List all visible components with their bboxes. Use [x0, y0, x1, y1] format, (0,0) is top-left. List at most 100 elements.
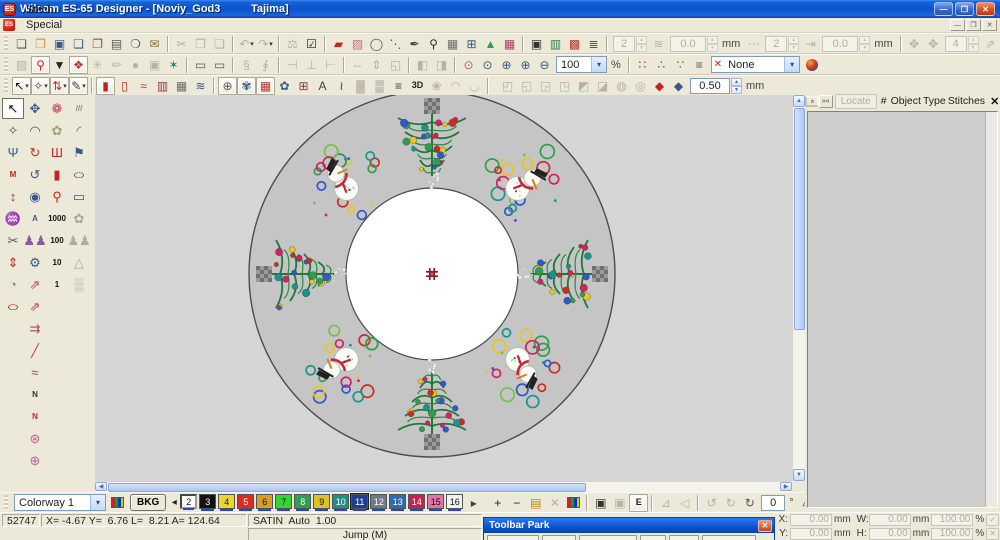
color-swatch-14[interactable]: 14 [408, 494, 426, 511]
rotate-angle-field[interactable]: 0 [761, 494, 786, 511]
parked-toolbar-stub[interactable] [579, 535, 637, 540]
object-list[interactable] [807, 111, 998, 508]
color-swatch-4[interactable]: 4 [218, 494, 236, 511]
color-swatch-8[interactable]: 8 [294, 494, 312, 511]
horizontal-scroll-thumb[interactable] [108, 483, 586, 492]
outline-stitch-icon[interactable]: ◯ [367, 35, 386, 53]
color-swatch-12[interactable]: 12 [370, 494, 388, 511]
arc-down-icon[interactable]: ◡ [465, 77, 484, 95]
canvas-horizontal-scrollbar[interactable]: ◀ ▶ [95, 481, 792, 492]
rotate-ccw-icon[interactable]: ↺ [702, 494, 721, 512]
leaf-icon[interactable]: ❀ [427, 77, 446, 95]
new-icon[interactable]: ❏ [12, 35, 31, 53]
align-left-icon[interactable]: ⊣ [283, 56, 302, 74]
color-film-icon[interactable]: ▥ [546, 35, 565, 53]
outline-design-icon[interactable]: ◎ [631, 77, 650, 95]
wave-icon[interactable]: ≀ [332, 77, 351, 95]
stitch-list-icon[interactable]: ≣ [584, 35, 603, 53]
toolbox-jump-tool[interactable]: ⇗ [24, 274, 46, 295]
color-fill-icon[interactable]: ◆ [669, 77, 688, 95]
zoom-box-icon[interactable]: ⊙ [478, 56, 497, 74]
toolbox-rect-tool[interactable]: ▭ [68, 186, 90, 207]
toolbox-zigzagst-tool[interactable]: ≈ [24, 362, 46, 383]
toolbox-vase-tool[interactable]: ▮ [46, 164, 68, 185]
colorway-editor-icon[interactable] [108, 494, 127, 512]
toolbox-fan-tool[interactable]: ◔ [2, 274, 24, 295]
redo-icon[interactable]: ↷ ▾ [256, 35, 275, 53]
object-list-scrollbar[interactable] [985, 112, 997, 507]
color-swatch-16[interactable]: 16 [446, 494, 464, 511]
run-stitch-icon[interactable]: ⋱ [386, 35, 405, 53]
x-field[interactable]: 0.00 [790, 513, 832, 526]
toolbox-textureg-tool[interactable]: ▒ [68, 274, 90, 295]
auto-start-end-icon[interactable]: ☑ [302, 35, 321, 53]
grid-icon[interactable]: ▦ [443, 35, 462, 53]
select-tool-button[interactable]: ↖ ▾ [12, 76, 31, 95]
nudge-count-field[interactable]: 4 ▲ ▼ [944, 35, 979, 52]
mirror-h-icon[interactable]: ⊿ [656, 494, 675, 512]
hoop-layout-icon[interactable]: ⊞ [462, 35, 481, 53]
toolbox-needledrop-tool[interactable]: ⚲ [46, 186, 68, 207]
toolbox-z1000-tool[interactable]: 1000 [46, 208, 68, 229]
run-dots-icon[interactable]: ⋯ [744, 35, 763, 53]
open-icon[interactable]: ❒ [31, 35, 50, 53]
star-shape-icon[interactable]: ✶ [164, 56, 183, 74]
canvas-vertical-scrollbar[interactable]: ▲ ▼ [792, 95, 805, 481]
toolbox-flower-tool[interactable]: ❁ [46, 98, 68, 119]
run-length-icon[interactable]: ⇥ [801, 35, 820, 53]
toolbox-runst-tool[interactable]: ⇗ [24, 296, 46, 317]
run-length-field[interactable]: 0.0 ▲ ▼ [822, 35, 871, 52]
zoom-in-icon[interactable]: ⊕ [516, 56, 535, 74]
collapse-panel-icon[interactable]: « [805, 96, 819, 106]
toolbox-gear-tool[interactable]: ⚙ [24, 252, 46, 273]
parked-toolbar-stub[interactable] [702, 535, 756, 540]
measure-tool-button[interactable]: ✎ ▾ [69, 76, 88, 95]
parked-toolbar-stub[interactable] [669, 535, 699, 540]
rotate-cw-icon[interactable]: ↻ [721, 494, 740, 512]
toolbox-height-tool[interactable]: ⇕ [2, 252, 24, 273]
toolbox-bouquet-tool[interactable]: ✿ [46, 120, 68, 141]
toolbox-branch-tool[interactable]: Ψ [2, 142, 24, 163]
prev-colors-icon[interactable]: ◂ [169, 494, 179, 512]
reshape-views-icon[interactable]: ▭ [210, 56, 229, 74]
toolbox-nred-tool[interactable]: N [24, 406, 46, 427]
stitch-to-outline-icon[interactable]: ◪ [593, 77, 612, 95]
color-swatch-3[interactable]: 3 [199, 494, 217, 511]
run-count-field[interactable]: 2 ▲ ▼ [765, 35, 800, 52]
rotate-angle-icon[interactable]: ↻ [740, 494, 759, 512]
thread-down-icon[interactable]: ∮ [256, 56, 275, 74]
column-stitch-icon[interactable]: ▯ [115, 77, 134, 95]
trim-icon[interactable]: ◩ [574, 77, 593, 95]
toolbox-rotcw-tool[interactable]: ↻ [24, 142, 46, 163]
scroll-down-icon[interactable]: ▼ [793, 469, 805, 481]
align-center-icon[interactable]: ⊥ [302, 56, 321, 74]
hide-unused-icon[interactable]: ✕ [545, 494, 564, 512]
arc-up-icon[interactable]: ◠ [446, 77, 465, 95]
fabric-icon[interactable]: ▣ [610, 494, 629, 512]
manual-stitch-icon[interactable]: ✒ [405, 35, 424, 53]
menu-item-special[interactable]: Special [19, 18, 75, 33]
grid-fill-icon[interactable]: ▦ [256, 76, 275, 95]
space-evenly-h-icon[interactable]: ⇔ [348, 56, 367, 74]
underlay-count-field[interactable]: 2 ▲ ▼ [613, 35, 647, 52]
toolbox-leaf-tool[interactable]: ✿ [68, 208, 90, 229]
show-selected-icon[interactable]: ∴ [652, 56, 671, 74]
undo-icon[interactable]: ↶ ▾ [237, 35, 256, 53]
remove-overlaps-icon[interactable]: ◲ [536, 77, 555, 95]
scale-y-field[interactable]: 100.00 [931, 527, 974, 540]
show-all-icon[interactable]: ∷ [633, 56, 652, 74]
ungroup-icon[interactable]: ◨ [432, 56, 451, 74]
circle-tool-icon[interactable]: ⊕ [218, 76, 237, 95]
scroll-up-icon[interactable]: ▲ [793, 95, 805, 107]
print-icon[interactable]: ▤ [107, 35, 126, 53]
toolbox-angle-tool[interactable]: ↕ [2, 186, 24, 207]
toolbox-satinw-tool[interactable]: Ш [46, 142, 68, 163]
toolbox-hatch-tool[interactable]: /// [68, 98, 90, 119]
feather-icon[interactable]: ✿ [275, 77, 294, 95]
scroll-right-icon[interactable]: ▶ [780, 482, 792, 491]
stitch-player-icon[interactable]: ⚲ [31, 55, 50, 74]
thread-up-icon[interactable]: § [237, 56, 256, 74]
toolbox-lettering-tool[interactable]: A [24, 208, 46, 229]
toolbox-z100-tool[interactable]: 100 [46, 230, 68, 251]
travel-end-icon[interactable]: ▼ [50, 56, 69, 74]
